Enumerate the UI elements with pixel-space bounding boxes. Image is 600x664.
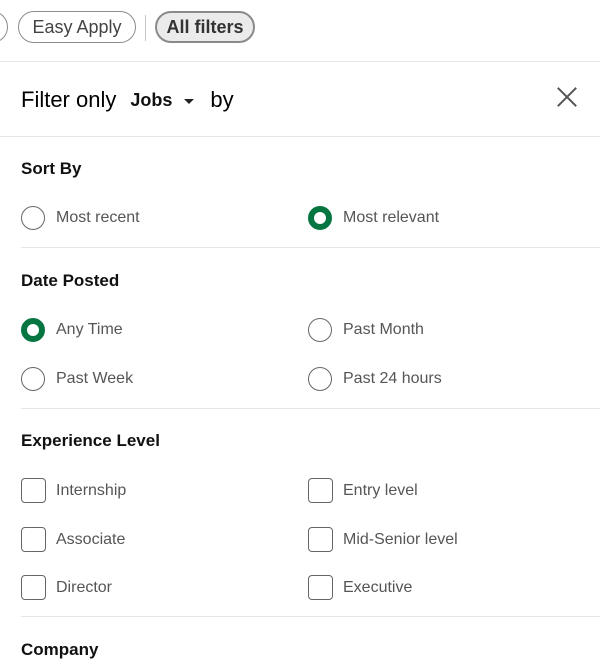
checkbox[interactable]	[21, 575, 46, 600]
divider	[21, 408, 600, 409]
option-label: Any Time	[56, 321, 123, 338]
easy-apply-pill[interactable]: Easy Apply	[18, 11, 136, 43]
type-dropdown[interactable]: Jobs	[130, 90, 172, 111]
option-label: Most relevant	[343, 209, 440, 226]
radio-button[interactable]	[21, 206, 45, 230]
checkbox[interactable]	[21, 527, 46, 552]
panel-title: Filter only Jobs by	[21, 87, 234, 113]
option-label: Past 24 hours	[343, 370, 442, 387]
filter-pill-bar: Easy Apply All filters	[0, 0, 600, 60]
divider	[21, 247, 600, 248]
radio-most-relevant[interactable]: Most relevant	[308, 206, 439, 230]
checkbox[interactable]	[308, 527, 333, 552]
checkbox-mid-senior-level[interactable]: Mid-Senior level	[308, 527, 458, 552]
option-label: Most recent	[56, 209, 140, 226]
checkbox[interactable]	[308, 575, 333, 600]
option-label: Executive	[343, 578, 413, 596]
checkbox[interactable]	[21, 478, 46, 503]
checkbox[interactable]	[308, 478, 333, 503]
checkbox-entry-level[interactable]: Entry level	[308, 478, 418, 503]
radio-any-time[interactable]: Any Time	[21, 318, 123, 342]
sort-by-title: Sort By	[21, 159, 82, 178]
option-label: Director	[56, 578, 113, 596]
checkbox-internship[interactable]: Internship	[21, 478, 126, 503]
radio-past-24-hours[interactable]: Past 24 hours	[308, 367, 442, 391]
radio-button[interactable]	[308, 367, 332, 391]
option-label: Past Week	[56, 370, 134, 387]
option-label: Internship	[56, 481, 127, 499]
radio-button-checked[interactable]	[308, 206, 332, 230]
radio-past-week[interactable]: Past Week	[21, 367, 133, 391]
date-posted-title: Date Posted	[21, 271, 120, 290]
experience-level-title: Experience Level	[21, 431, 160, 450]
divider	[21, 616, 600, 617]
company-title: Company	[21, 640, 99, 659]
radio-button[interactable]	[21, 367, 45, 391]
all-filters-pill[interactable]: All filters	[155, 11, 255, 43]
radio-button[interactable]	[308, 318, 332, 342]
option-label: Associate	[56, 530, 126, 548]
option-label: Mid-Senior level	[343, 530, 458, 548]
divider	[0, 136, 600, 137]
option-label: Past Month	[343, 321, 424, 338]
filter-only-label: Filter only	[21, 87, 117, 112]
option-label: Entry level	[343, 481, 418, 499]
radio-past-month[interactable]: Past Month	[308, 318, 424, 342]
radio-most-recent[interactable]: Most recent	[21, 206, 140, 230]
checkbox-associate[interactable]: Associate	[21, 527, 125, 552]
radio-button-checked[interactable]	[21, 318, 45, 342]
pill-divider	[145, 15, 146, 41]
previous-filter-pill[interactable]	[0, 11, 8, 43]
close-icon[interactable]	[556, 86, 578, 108]
caret-down-icon[interactable]	[184, 98, 195, 104]
checkbox-director[interactable]: Director	[21, 575, 112, 600]
by-label: by	[210, 87, 234, 112]
checkbox-executive[interactable]: Executive	[308, 575, 412, 600]
filter-panel-header: Filter only Jobs by	[0, 62, 600, 136]
